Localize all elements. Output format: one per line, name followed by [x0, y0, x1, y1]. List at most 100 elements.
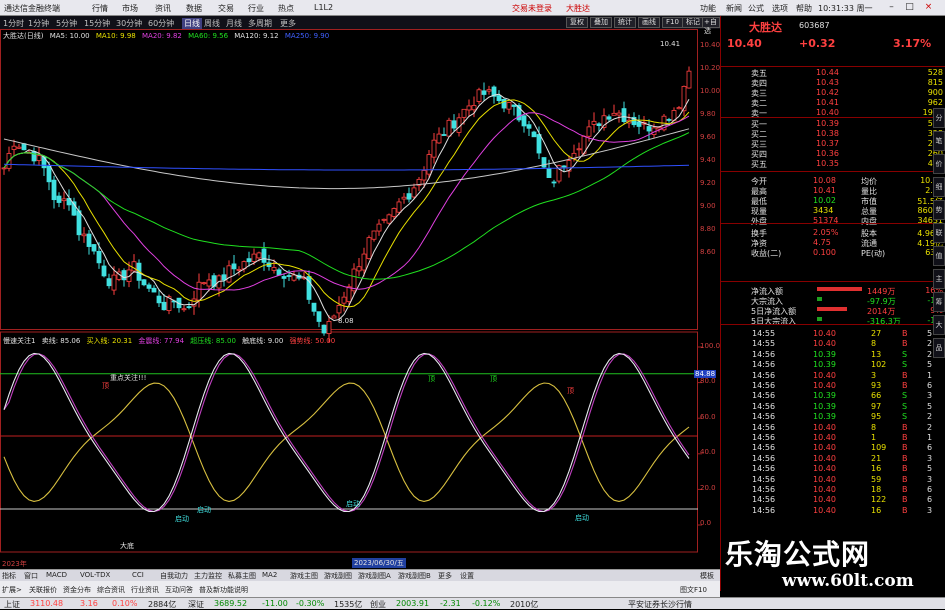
candle-body	[91, 244, 97, 252]
period-weekly[interactable]: 周线	[204, 18, 220, 29]
indicator-tab-7[interactable]: 私募主图	[228, 571, 256, 581]
menu-help[interactable]: 帮助	[796, 3, 812, 14]
indicator-tab-12[interactable]: 游戏副图B	[398, 571, 431, 581]
maximize-icon[interactable]: □	[903, 1, 916, 14]
indicator-tab-11[interactable]: 游戏副图A	[358, 571, 391, 581]
ask-volume: 528	[927, 68, 943, 77]
ask-row[interactable]: 卖五 10.44 528	[721, 68, 945, 78]
f10-tab[interactable]: 图文F10	[680, 585, 707, 595]
mark-button[interactable]: 标记	[682, 17, 704, 28]
ext-tab-5[interactable]: 互动问答	[165, 585, 193, 595]
menu-news[interactable]: 资讯	[155, 3, 171, 14]
indicator-tab-5[interactable]: 自我动力	[160, 571, 188, 581]
indicator-tab-1[interactable]: 窗口	[24, 571, 38, 581]
axis-ind-2: 60.0	[700, 413, 716, 421]
menu-data[interactable]: 数据	[186, 3, 202, 14]
add-watchlist-button[interactable]: +自选	[702, 17, 720, 35]
bid-row[interactable]: 买五10.35473	[721, 159, 945, 169]
indicator-tab-14[interactable]: 设置	[460, 571, 474, 581]
menu-quotes[interactable]: 行情	[92, 3, 108, 14]
draw-button[interactable]: 画线	[638, 17, 660, 28]
ext-tab-0[interactable]: 扩展>	[2, 585, 22, 595]
ext-tab-4[interactable]: 行业资讯	[131, 585, 159, 595]
close-icon[interactable]: ×	[922, 1, 935, 14]
ext-tab-3[interactable]: 综合资讯	[97, 585, 125, 595]
sz-label[interactable]: 深证	[188, 599, 204, 610]
period-daily[interactable]: 日线	[182, 18, 202, 29]
overlay-button[interactable]: 叠加	[590, 17, 612, 28]
menu-market[interactable]: 市场	[122, 3, 138, 14]
tick-time: 14:56	[752, 412, 776, 422]
ask-row[interactable]: 卖四 10.43 815	[721, 78, 945, 88]
bid-row[interactable]: 买三10.37296	[721, 139, 945, 149]
side-tab[interactable]: 联	[933, 223, 945, 243]
period-1min[interactable]: 1分钟	[28, 18, 49, 29]
stats-button[interactable]: 统计	[614, 17, 636, 28]
ext-tab-6[interactable]: 普及新功能说明	[199, 585, 248, 595]
tick-row: 14:55 10.40 27 B 5	[721, 329, 945, 339]
tick-volume: 97	[871, 401, 882, 411]
bid-row[interactable]: 买二10.38328	[721, 129, 945, 139]
menu-industry[interactable]: 行业	[248, 3, 264, 14]
cy-label[interactable]: 创业	[370, 599, 386, 610]
indicator-tab-13[interactable]: 更多	[438, 571, 452, 581]
nav-stock[interactable]: 大胜达	[566, 3, 590, 14]
indicator-tab-9[interactable]: 游戏主图	[290, 571, 318, 581]
ext-tab-1[interactable]: 关联报价	[29, 585, 57, 595]
side-tab[interactable]: 势	[933, 200, 945, 220]
period-more[interactable]: 更多	[280, 18, 296, 29]
f10-button[interactable]: F10	[662, 17, 683, 28]
period-monthly[interactable]: 月线	[226, 18, 242, 29]
side-tab[interactable]: 品	[933, 338, 945, 358]
legend-buy-line: 买入线: 20.31	[86, 337, 133, 345]
bid-row[interactable]: 买一10.39532	[721, 119, 945, 129]
menu-news2[interactable]: 新闻	[726, 3, 742, 14]
side-tab[interactable]: 笔	[933, 131, 945, 151]
candle-body	[201, 282, 207, 285]
side-tab[interactable]: 值	[933, 246, 945, 266]
period-1min-time[interactable]: 1分时	[3, 18, 24, 29]
side-tab[interactable]: 细	[933, 177, 945, 197]
menu-options[interactable]: 选项	[772, 3, 788, 14]
menu-l1l2[interactable]: L1L2	[314, 3, 333, 12]
period-30min[interactable]: 30分钟	[116, 18, 142, 29]
indicator-tab-10[interactable]: 游戏副图	[324, 571, 352, 581]
axis-price-0: 10.40	[700, 41, 721, 49]
date-axis-selected: 2023/06/30/五	[352, 558, 406, 568]
menu-trade[interactable]: 交易	[218, 3, 234, 14]
template-tab[interactable]: 模板	[700, 571, 714, 581]
menu-function[interactable]: 功能	[700, 3, 716, 14]
indicator-tab-2[interactable]: MACD	[46, 571, 67, 579]
candle-body	[361, 253, 367, 271]
side-tab[interactable]: 大	[933, 315, 945, 335]
indicator-tab-0[interactable]: 指标	[2, 571, 16, 581]
sh-label[interactable]: 上证	[4, 599, 20, 610]
menu-hot[interactable]: 热点	[278, 3, 294, 14]
nav-trade-status[interactable]: 交易未登录	[512, 3, 552, 14]
chart-panel[interactable]: 大胜达(日线) MA5: 10.00 MA10: 9.98 MA20: 9.82…	[0, 29, 720, 569]
period-5min[interactable]: 5分钟	[56, 18, 77, 29]
menu-formula[interactable]: 公式	[748, 3, 764, 14]
period-60min[interactable]: 60分钟	[148, 18, 174, 29]
adjust-button[interactable]: 复权	[566, 17, 588, 28]
bid-row[interactable]: 买四10.36260	[721, 149, 945, 159]
ask-row[interactable]: 卖三 10.42 900	[721, 88, 945, 98]
indicator-tab-6[interactable]: 主力监控	[194, 571, 222, 581]
stat-row: 换手 2.05% 股本 4.96亿	[721, 228, 945, 238]
side-tab[interactable]: 分	[933, 108, 945, 128]
kline-chart-svg[interactable]	[0, 29, 720, 569]
side-tab[interactable]: 筹	[933, 292, 945, 312]
tick-side: S	[902, 401, 908, 411]
side-tab[interactable]: 主	[933, 269, 945, 289]
minimize-icon[interactable]: –	[885, 1, 898, 14]
legend-sell-line: 卖线: 85.06	[41, 337, 81, 345]
indicator-tab-4[interactable]: CCI	[132, 571, 144, 579]
period-15min[interactable]: 15分钟	[84, 18, 110, 29]
side-tab[interactable]: 价	[933, 154, 945, 174]
candle-body	[436, 133, 442, 144]
ask-row[interactable]: 卖二 10.41 962	[721, 98, 945, 108]
indicator-tab-3[interactable]: VOL-TDX	[80, 571, 110, 579]
indicator-tab-8[interactable]: MA2	[262, 571, 277, 579]
period-multi[interactable]: 多周期	[248, 18, 272, 29]
ext-tab-2[interactable]: 资金分布	[63, 585, 91, 595]
